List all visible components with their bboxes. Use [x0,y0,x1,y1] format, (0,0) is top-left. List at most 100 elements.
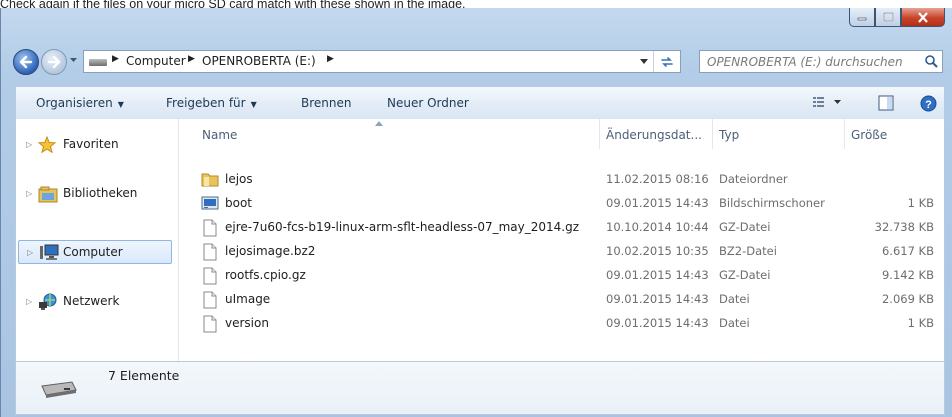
file-row[interactable]: rootfs.cpio.gz 09.01.2015 14:43 GZ-Datei… [179,264,944,288]
help-icon: ? [920,95,937,112]
nav-item-computer[interactable]: ▷ Computer [18,240,172,264]
file-row[interactable]: ejre-7u60-fcs-b19-linux-arm-sflt-headles… [179,216,944,240]
column-header-size[interactable]: Größe [851,128,887,142]
svg-text:?: ? [925,99,932,111]
help-button[interactable]: ? [920,95,937,115]
chevron-down-icon: ▼ [250,100,257,109]
details-pane: 7 Elemente [15,361,945,415]
file-date: 10.02.2015 10:35 [606,244,709,258]
navigation-pane: ▷ Favoriten ▷ Bibliotheken ▷ Computer ▷ … [16,119,179,381]
expand-icon[interactable]: ▷ [26,297,32,306]
file-date: 10.10.2014 10:44 [606,220,709,234]
column-divider[interactable] [599,119,600,149]
organize-label: Organisieren [36,96,113,110]
forward-button[interactable] [41,49,67,75]
share-menu[interactable]: Freigeben für ▼ [166,96,257,110]
removable-drive-icon [41,381,77,398]
file-size: 6.617 KB [881,244,934,258]
column-header-type[interactable]: Typ [719,128,739,142]
file-type: Datei [719,292,750,306]
nav-label: Netzwerk [63,294,120,308]
expand-icon[interactable]: ▷ [27,248,33,257]
back-button[interactable] [13,49,39,75]
recent-pages-dropdown-icon[interactable] [69,57,78,63]
file-list: Name Änderungsdat... Typ Größe lejos 11.… [179,119,944,381]
file-type: GZ-Datei [719,220,771,234]
nav-label: Bibliotheken [63,186,138,200]
file-name: boot [225,196,253,210]
chevron-down-icon: ▼ [117,100,124,109]
nav-item-network[interactable]: ▷ Netzwerk [16,290,178,314]
address-dropdown-icon[interactable] [640,59,648,64]
new-folder-button[interactable]: Neuer Ordner [387,96,469,110]
nav-label: Computer [63,245,123,259]
content-area: ▷ Favoriten ▷ Bibliotheken ▷ Computer ▷ … [15,119,945,382]
file-row[interactable]: lejosimage.bz2 10.02.2015 10:35 BZ2-Date… [179,240,944,264]
file-row[interactable]: lejos 11.02.2015 08:16 Dateiordner [179,168,944,192]
explorer-window: ▶ Computer ▶ OPENROBERTA (E:) ▶ Organisi… [0,8,952,417]
libraries-icon [38,186,58,203]
file-name: rootfs.cpio.gz [225,268,306,282]
refresh-icon [661,56,673,67]
breadcrumb-openroberta[interactable]: OPENROBERTA (E:) [202,54,316,68]
file-icon [203,243,217,261]
file-type: Dateiordner [719,172,788,186]
file-row[interactable]: boot 09.01.2015 14:43 Bildschirmschoner … [179,192,944,216]
file-name: lejos [225,172,253,186]
file-row[interactable]: uImage 09.01.2015 14:43 Datei 2.069 KB [179,288,944,312]
refresh-button[interactable] [653,51,680,72]
back-arrow-icon [19,55,33,69]
burn-button[interactable]: Brennen [301,96,351,110]
column-header-date[interactable]: Änderungsdat... [606,128,702,142]
search-icon[interactable] [924,54,939,69]
file-icon [203,267,217,285]
file-date: 09.01.2015 14:43 [606,268,709,282]
file-type: Bildschirmschoner [719,196,825,210]
nav-label: Favoriten [63,137,119,151]
file-type: BZ2-Datei [719,244,777,258]
minimize-icon [857,17,867,21]
file-name: lejosimage.bz2 [225,244,316,258]
file-row[interactable]: version 09.01.2015 14:43 Datei 1 KB [179,312,944,336]
file-type: Datei [719,316,750,330]
file-date: 11.02.2015 08:16 [606,172,709,186]
preview-pane-button[interactable] [878,95,894,114]
file-size: 9.142 KB [881,268,934,282]
file-size: 1 KB [907,316,934,330]
breadcrumb-computer[interactable]: Computer [126,54,186,68]
breadcrumb-separator-icon[interactable]: ▶ [327,54,334,64]
address-bar[interactable]: ▶ Computer ▶ OPENROBERTA (E:) ▶ [83,50,681,73]
file-date: 09.01.2015 14:43 [606,292,709,306]
file-size: 2.069 KB [881,292,934,306]
file-date: 09.01.2015 14:43 [606,316,709,330]
column-divider[interactable] [844,119,845,149]
search-input[interactable] [705,54,919,70]
file-name: uImage [225,292,271,306]
file-icon [203,291,217,309]
file-name: version [225,316,269,330]
window-controls [849,8,945,27]
breadcrumb-separator-icon[interactable]: ▶ [188,54,195,64]
item-count: 7 Elemente [108,368,180,383]
file-date: 09.01.2015 14:43 [606,196,709,210]
breadcrumb-separator-icon[interactable]: ▶ [112,54,119,64]
close-button[interactable] [901,8,945,27]
drive-icon [89,59,107,66]
column-divider[interactable] [712,119,713,149]
view-list-icon [813,97,841,107]
sort-ascending-icon [375,121,383,126]
minimize-button[interactable] [849,8,875,27]
view-options-button[interactable] [812,95,842,112]
folder-icon [201,173,219,187]
nav-item-favorites[interactable]: ▷ Favoriten [16,133,178,157]
maximize-icon [882,12,894,22]
search-box[interactable] [699,50,943,73]
file-size: 32.738 KB [874,220,934,234]
maximize-button[interactable] [875,8,901,27]
expand-icon[interactable]: ▷ [26,189,32,198]
expand-icon[interactable]: ▷ [26,140,32,149]
close-icon [918,11,928,23]
organize-menu[interactable]: Organisieren ▼ [36,96,124,110]
column-header-name[interactable]: Name [202,128,237,142]
nav-item-libraries[interactable]: ▷ Bibliotheken [16,182,178,206]
